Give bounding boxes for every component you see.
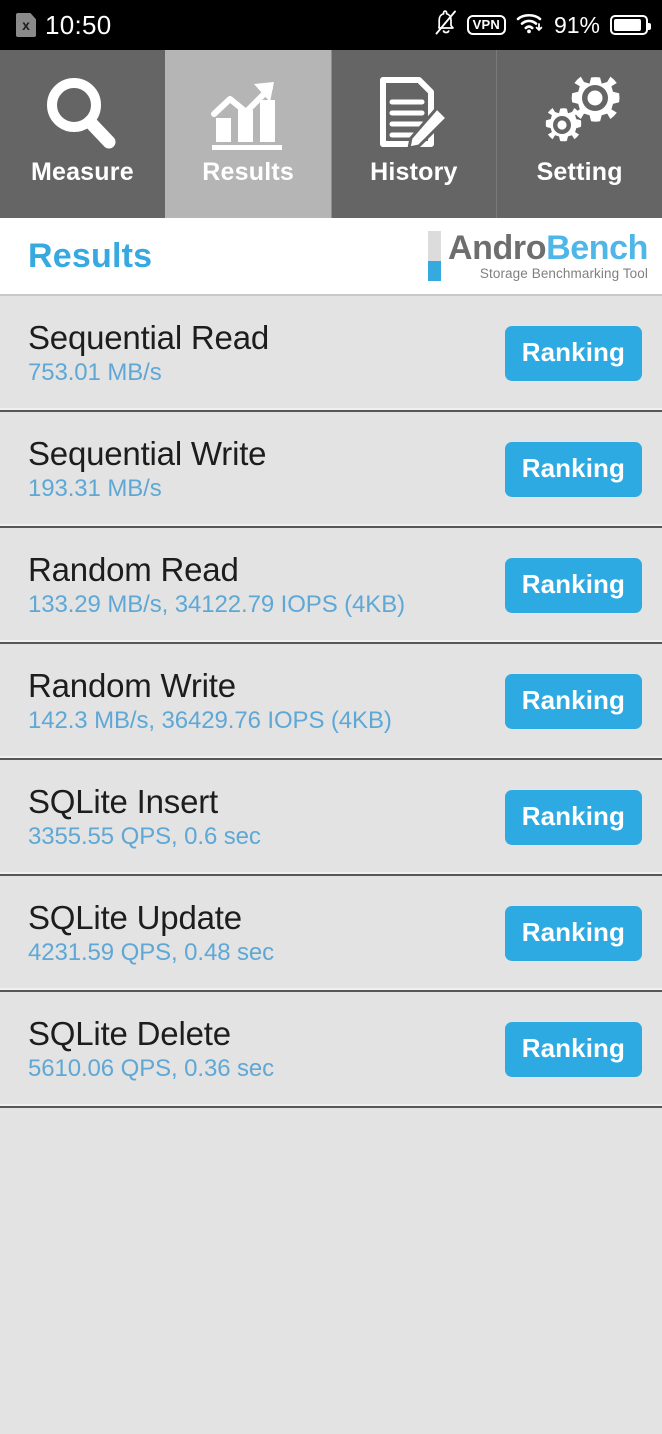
benchmark-value: 142.3 MB/s, 36429.76 IOPS (4KB) — [28, 706, 392, 734]
benchmark-name: SQLite Delete — [28, 1014, 231, 1052]
tab-history[interactable]: History — [330, 50, 497, 218]
row-texts: SQLite Insert 3355.55 QPS, 0.6 sec — [28, 782, 261, 851]
table-row-3[interactable]: Random Write 142.3 MB/s, 36429.76 IOPS (… — [0, 644, 662, 760]
battery-icon — [610, 15, 651, 35]
benchmark-value: 193.31 MB/s — [28, 474, 162, 502]
magnifier-icon — [43, 72, 121, 156]
logo-wordmark: AndroBench — [447, 228, 648, 267]
wifi-icon — [516, 11, 544, 40]
logo-bar-icon — [427, 230, 441, 282]
logo-text: AndroBench Storage Benchmarking Tool — [447, 228, 648, 282]
tab-bar: Measure Results History Setting — [0, 50, 662, 218]
benchmark-name: SQLite Update — [28, 898, 242, 936]
logo-andro: Andro — [447, 228, 547, 267]
ranking-button[interactable]: Ranking — [504, 441, 642, 497]
benchmark-name: Sequential Read — [28, 318, 270, 356]
battery-percent-label: 91% — [553, 11, 600, 38]
tab-measure-label: Measure — [30, 158, 134, 186]
benchmark-value: 3355.55 QPS, 0.6 sec — [28, 822, 261, 850]
benchmark-value: 133.29 MB/s, 34122.79 IOPS (4KB) — [28, 590, 406, 618]
androbench-logo: AndroBench Storage Benchmarking Tool — [427, 228, 648, 282]
status-bar: x 10:50 VPN 91% — [0, 0, 662, 50]
row-texts: Sequential Read 753.01 MB/s — [28, 318, 270, 387]
status-bar-right: VPN 91% — [435, 9, 651, 41]
status-bar-clock: 10:50 — [45, 9, 112, 40]
row-texts: SQLite Delete 5610.06 QPS, 0.36 sec — [28, 1014, 275, 1083]
ranking-button[interactable]: Ranking — [504, 325, 642, 381]
benchmark-value: 5610.06 QPS, 0.36 sec — [28, 1054, 275, 1082]
tab-results-label: Results — [202, 158, 294, 186]
benchmark-name: Sequential Write — [28, 434, 267, 472]
table-row-4[interactable]: SQLite Insert 3355.55 QPS, 0.6 sec Ranki… — [0, 760, 662, 876]
results-list: Sequential Read 753.01 MB/s Ranking Sequ… — [0, 296, 662, 1434]
logo-tagline: Storage Benchmarking Tool — [479, 266, 648, 282]
tab-setting[interactable]: Setting — [496, 50, 662, 218]
tab-setting-label: Setting — [536, 158, 623, 186]
tab-results[interactable]: Results — [164, 50, 331, 218]
ranking-button[interactable]: Ranking — [504, 789, 642, 845]
bar-chart-arrow-icon — [208, 72, 288, 156]
benchmark-name: Random Write — [28, 666, 236, 704]
benchmark-name: SQLite Insert — [28, 782, 218, 820]
app-header: Results AndroBench Storage Benchmarking … — [0, 218, 662, 296]
table-row-2[interactable]: Random Read 133.29 MB/s, 34122.79 IOPS (… — [0, 528, 662, 644]
benchmark-value: 4231.59 QPS, 0.48 sec — [28, 938, 275, 966]
row-texts: Random Read 133.29 MB/s, 34122.79 IOPS (… — [28, 550, 406, 619]
vpn-icon: VPN — [466, 15, 506, 35]
benchmark-value: 753.01 MB/s — [28, 358, 162, 386]
gears-icon — [538, 72, 622, 156]
ranking-button[interactable]: Ranking — [504, 557, 642, 613]
table-row-1[interactable]: Sequential Write 193.31 MB/s Ranking — [0, 412, 662, 528]
tab-history-label: History — [370, 158, 458, 186]
ranking-button[interactable]: Ranking — [504, 1021, 642, 1077]
row-texts: Sequential Write 193.31 MB/s — [28, 434, 267, 503]
table-row-0[interactable]: Sequential Read 753.01 MB/s Ranking — [0, 296, 662, 412]
ranking-button[interactable]: Ranking — [504, 673, 642, 729]
document-pencil-icon — [375, 72, 453, 156]
app-root: x 10:50 VPN 91% Measure Results History … — [0, 0, 662, 1434]
status-bar-left: x 10:50 — [16, 10, 112, 41]
logo-bench: Bench — [546, 228, 648, 267]
sim-card-off-icon: x — [16, 13, 36, 37]
table-row-6[interactable]: SQLite Delete 5610.06 QPS, 0.36 sec Rank… — [0, 992, 662, 1108]
benchmark-name: Random Read — [28, 550, 239, 588]
table-row-5[interactable]: SQLite Update 4231.59 QPS, 0.48 sec Rank… — [0, 876, 662, 992]
tab-measure[interactable]: Measure — [0, 50, 165, 218]
row-texts: SQLite Update 4231.59 QPS, 0.48 sec — [28, 898, 275, 967]
ranking-button[interactable]: Ranking — [504, 905, 642, 961]
notifications-off-icon — [435, 9, 457, 41]
row-texts: Random Write 142.3 MB/s, 36429.76 IOPS (… — [28, 666, 392, 735]
page-title: Results — [28, 236, 153, 275]
